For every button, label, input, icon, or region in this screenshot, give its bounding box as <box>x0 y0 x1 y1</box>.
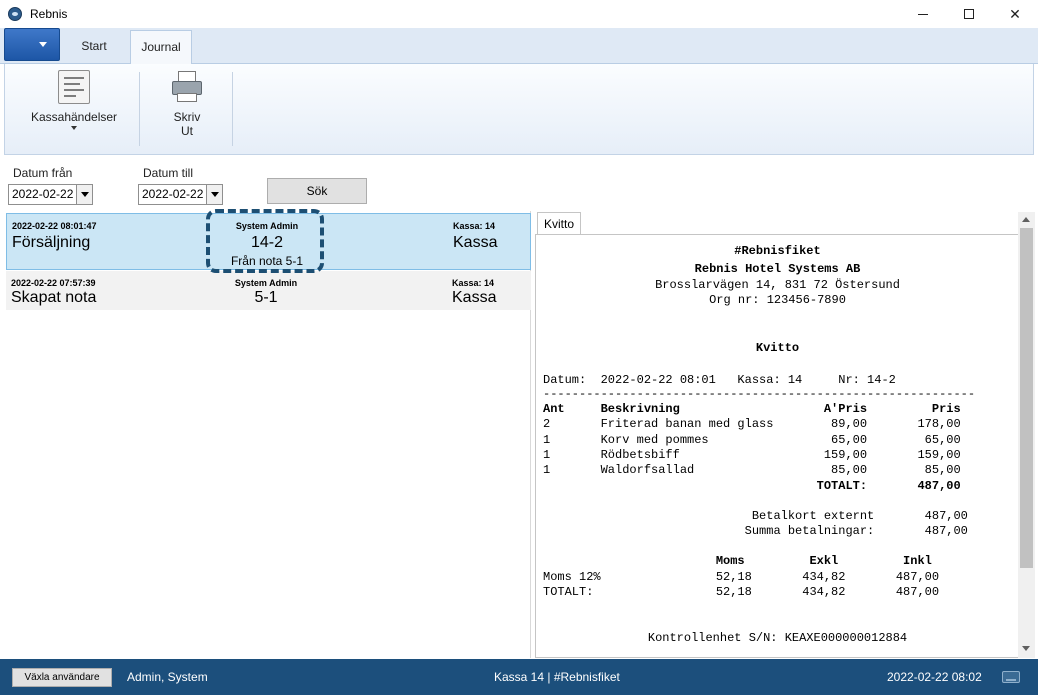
kassahandelser-label: Kassahändelser <box>30 110 118 124</box>
print-label-line1: Skriv <box>173 110 201 124</box>
row-timestamp: 2022-02-22 07:57:39 <box>11 278 96 288</box>
ribbon-panel: Kassahändelser Skriv Ut <box>4 64 1034 155</box>
row-event-type: Skapat nota <box>11 289 97 306</box>
receipt-payment-sum: Summa betalningar: 487,00 <box>543 524 968 538</box>
date-from-picker[interactable]: 2022-02-22 <box>8 184 93 205</box>
current-user: Admin, System <box>127 670 208 684</box>
ribbon-separator <box>139 72 140 146</box>
row-timestamp: 2022-02-22 08:01:47 <box>12 221 97 231</box>
receipt-item: 1 Rödbetsbiff 159,00 159,00 <box>543 448 961 462</box>
print-label-line2: Ut <box>181 124 193 138</box>
date-from-label: Datum från <box>13 166 73 180</box>
tab-journal[interactable]: Journal <box>130 30 192 64</box>
ribbon-tab-bar: Start Journal <box>0 28 1038 64</box>
receipt-vat-row: Moms 12% 52,18 434,82 487,00 <box>543 570 940 584</box>
receipt-shop-name: #Rebnisfiket <box>734 244 821 258</box>
row-user: System Admin <box>234 278 298 288</box>
window-title: Rebnis <box>30 7 68 21</box>
row-register-id: Kassa: 14 <box>452 278 495 288</box>
close-button[interactable]: ✕ <box>992 0 1038 28</box>
receipt-control-unit: Kontrollenhet S/N: KEAXE000000012884 <box>647 631 908 645</box>
maximize-icon <box>964 9 974 19</box>
receipt-item: 1 Waldorfsallad 85,00 85,00 <box>543 463 961 477</box>
date-to-picker[interactable]: 2022-02-22 <box>138 184 223 205</box>
receipt-company: Rebnis Hotel Systems AB <box>694 262 861 276</box>
receipt-org-number: Org nr: 123456-7890 <box>709 293 846 307</box>
row-event-type: Försäljning <box>12 234 91 251</box>
status-bar: Växla användare Admin, System Kassa 14 |… <box>0 659 1038 695</box>
maximize-button[interactable] <box>946 0 992 28</box>
chevron-down-icon[interactable] <box>76 185 92 204</box>
date-from-value: 2022-02-22 <box>12 187 74 201</box>
kassahandelser-button[interactable]: Kassahändelser <box>29 70 119 130</box>
minimize-button[interactable] <box>900 0 946 28</box>
scroll-down-icon[interactable] <box>1022 646 1030 651</box>
row-register: Kassa <box>453 234 498 251</box>
minimize-icon <box>918 13 928 15</box>
receipt-payment: Betalkort externt 487,00 <box>543 509 968 523</box>
close-icon: ✕ <box>1009 5 1021 22</box>
date-to-label: Datum till <box>143 166 194 180</box>
receipt-heading: Kvitto <box>755 341 800 355</box>
receipt-info-line: Datum: 2022-02-22 08:01 Kassa: 14 Nr: 14… <box>543 373 896 387</box>
receipt-vat-total: TOTALT: 52,18 434,82 487,00 <box>543 585 940 599</box>
tab-kvitto[interactable]: Kvitto <box>537 212 581 235</box>
receipt-item: 1 Korv med pommes 65,00 65,00 <box>543 433 961 447</box>
row-number: 5-1 <box>254 289 278 306</box>
receipt-divider: ----------------------------------------… <box>543 387 976 401</box>
receipt-vat-header: Moms Exkl Inkl <box>543 554 932 568</box>
scroll-up-icon[interactable] <box>1022 217 1030 222</box>
printer-icon <box>170 70 204 104</box>
row-register-id: Kassa: 14 <box>453 221 496 231</box>
journal-row[interactable]: 2022-02-22 07:57:39 Skapat nota System A… <box>6 271 531 310</box>
search-button[interactable]: Sök <box>267 178 367 204</box>
tab-start[interactable]: Start <box>64 30 124 64</box>
title-bar: Rebnis ✕ <box>0 0 1038 28</box>
scrollbar-thumb[interactable] <box>1020 228 1033 568</box>
journal-list: 2022-02-22 08:01:47 Försäljning System A… <box>4 211 531 658</box>
chevron-down-icon[interactable] <box>206 185 222 204</box>
switch-user-button[interactable]: Växla användare <box>12 668 112 687</box>
date-to-value: 2022-02-22 <box>142 187 204 201</box>
chevron-down-icon <box>39 42 47 47</box>
receipt-column-headers: Ant Beskrivning A'Pris Pris <box>543 402 961 416</box>
receipt-item: 2 Friterad banan med glass 89,00 178,00 <box>543 417 961 431</box>
ribbon-separator <box>232 72 233 146</box>
receipt-address: Brosslarvägen 14, 831 72 Östersund <box>655 278 900 292</box>
register-events-icon <box>58 70 90 104</box>
receipt-scrollbar[interactable] <box>1018 212 1035 658</box>
chevron-down-icon <box>71 126 77 130</box>
status-clock: 2022-02-22 08:02 <box>887 670 982 684</box>
rebnis-logo-icon <box>8 7 22 21</box>
receipt-total: TOTALT: 487,00 <box>543 479 961 493</box>
row-register: Kassa <box>452 289 497 306</box>
register-info: Kassa 14 | #Rebnisfiket <box>494 670 620 684</box>
receipt-view: #Rebnisfiket Rebnis Hotel Systems AB Bro… <box>535 234 1018 658</box>
application-menu-button[interactable] <box>4 28 60 61</box>
print-button[interactable]: Skriv Ut <box>165 70 209 138</box>
highlight-annotation <box>206 209 324 273</box>
keyboard-icon[interactable] <box>1002 671 1020 683</box>
